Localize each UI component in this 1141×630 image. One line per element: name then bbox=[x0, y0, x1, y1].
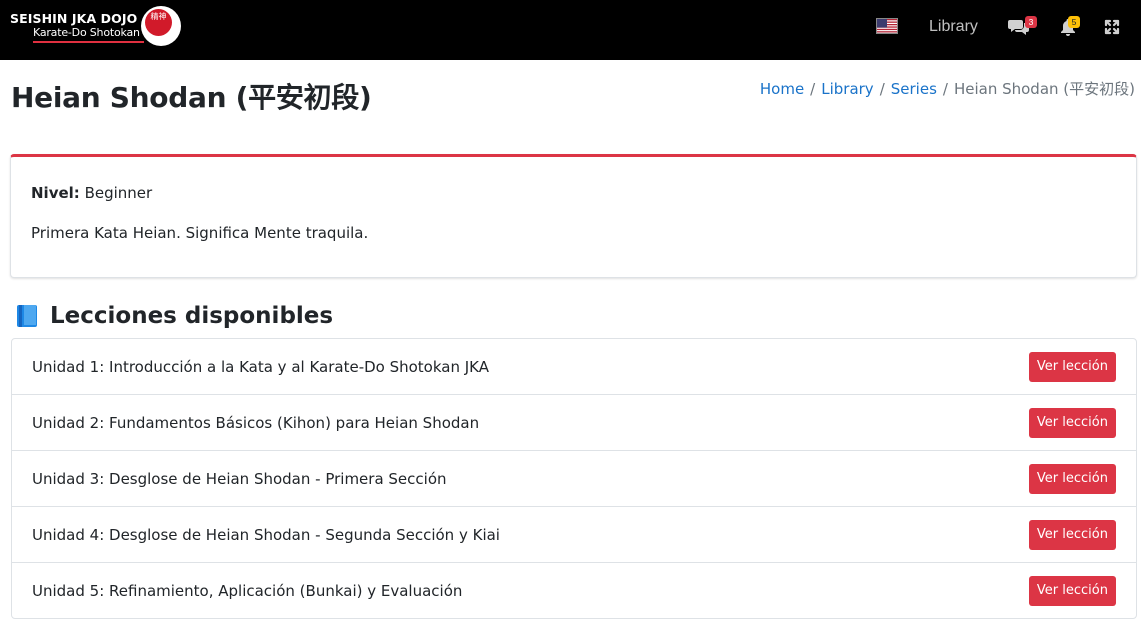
breadcrumb-home[interactable]: Home bbox=[760, 80, 804, 98]
view-lesson-button[interactable]: Ver lección bbox=[1028, 464, 1116, 494]
lesson-item: Unidad 2: Fundamentos Básicos (Kihon) pa… bbox=[12, 395, 1136, 451]
breadcrumb-library[interactable]: Library bbox=[821, 80, 873, 98]
breadcrumb-separator: / bbox=[942, 80, 948, 98]
view-lesson-button[interactable]: Ver lección bbox=[1028, 520, 1116, 550]
lessons-heading-text: Lecciones disponibles bbox=[50, 303, 334, 329]
breadcrumb-separator: / bbox=[810, 80, 816, 98]
top-navbar: SEISHIN JKA DOJO Karate-Do Shotokan 精神 L… bbox=[0, 0, 1141, 60]
lesson-item: Unidad 4: Desglose de Heian Shodan - Seg… bbox=[12, 507, 1136, 563]
lesson-title: Unidad 4: Desglose de Heian Shodan - Seg… bbox=[32, 526, 500, 544]
lessons-heading: Lecciones disponibles bbox=[16, 303, 333, 329]
brand-logo[interactable]: SEISHIN JKA DOJO Karate-Do Shotokan 精神 bbox=[10, 6, 182, 52]
breadcrumb-separator: / bbox=[879, 80, 885, 98]
breadcrumb-current: Heian Shodan (平安初段) bbox=[953, 80, 1135, 98]
lesson-title: Unidad 5: Refinamiento, Aplicación (Bunk… bbox=[32, 582, 463, 600]
lesson-item: Unidad 3: Desglose de Heian Shodan - Pri… bbox=[12, 451, 1136, 507]
level-line: Nivel: Beginner bbox=[31, 184, 152, 202]
level-label: Nivel: bbox=[31, 184, 80, 202]
brand-underline bbox=[33, 41, 144, 43]
lesson-title: Unidad 1: Introducción a la Kata y al Ka… bbox=[32, 358, 490, 376]
kata-info-card: Nivel: Beginner Primera Kata Heian. Sign… bbox=[10, 154, 1137, 278]
brand-seal-text: 精神 bbox=[145, 9, 172, 36]
notifications-count-badge: 5 bbox=[1068, 16, 1080, 28]
brand-subtitle: Karate-Do Shotokan bbox=[33, 26, 140, 39]
us-flag-icon[interactable] bbox=[876, 18, 898, 34]
brand-name: SEISHIN JKA DOJO bbox=[10, 11, 138, 26]
lesson-title: Unidad 2: Fundamentos Básicos (Kihon) pa… bbox=[32, 414, 480, 432]
breadcrumb-series[interactable]: Series bbox=[891, 80, 937, 98]
kata-description: Primera Kata Heian. Significa Mente traq… bbox=[31, 224, 369, 242]
lesson-item: Unidad 5: Refinamiento, Aplicación (Bunk… bbox=[12, 563, 1136, 618]
lesson-item: Unidad 1: Introducción a la Kata y al Ka… bbox=[12, 339, 1136, 395]
page-title: Heian Shodan (平安初段) bbox=[11, 81, 372, 114]
chat-count-badge: 3 bbox=[1025, 16, 1037, 28]
breadcrumb: Home / Library / Series / Heian Shodan (平安初段) bbox=[760, 78, 1135, 99]
blue-book-icon bbox=[16, 304, 38, 328]
lesson-title: Unidad 3: Desglose de Heian Shodan - Pri… bbox=[32, 470, 447, 488]
view-lesson-button[interactable]: Ver lección bbox=[1028, 352, 1116, 382]
brand-seal: 精神 bbox=[141, 6, 181, 46]
nav-library-link[interactable]: Library bbox=[929, 18, 978, 36]
lesson-list: Unidad 1: Introducción a la Kata y al Ka… bbox=[11, 338, 1137, 619]
fullscreen-icon[interactable] bbox=[1104, 19, 1120, 35]
level-value: Beginner bbox=[84, 184, 153, 202]
view-lesson-button[interactable]: Ver lección bbox=[1028, 576, 1116, 606]
view-lesson-button[interactable]: Ver lección bbox=[1028, 408, 1116, 438]
